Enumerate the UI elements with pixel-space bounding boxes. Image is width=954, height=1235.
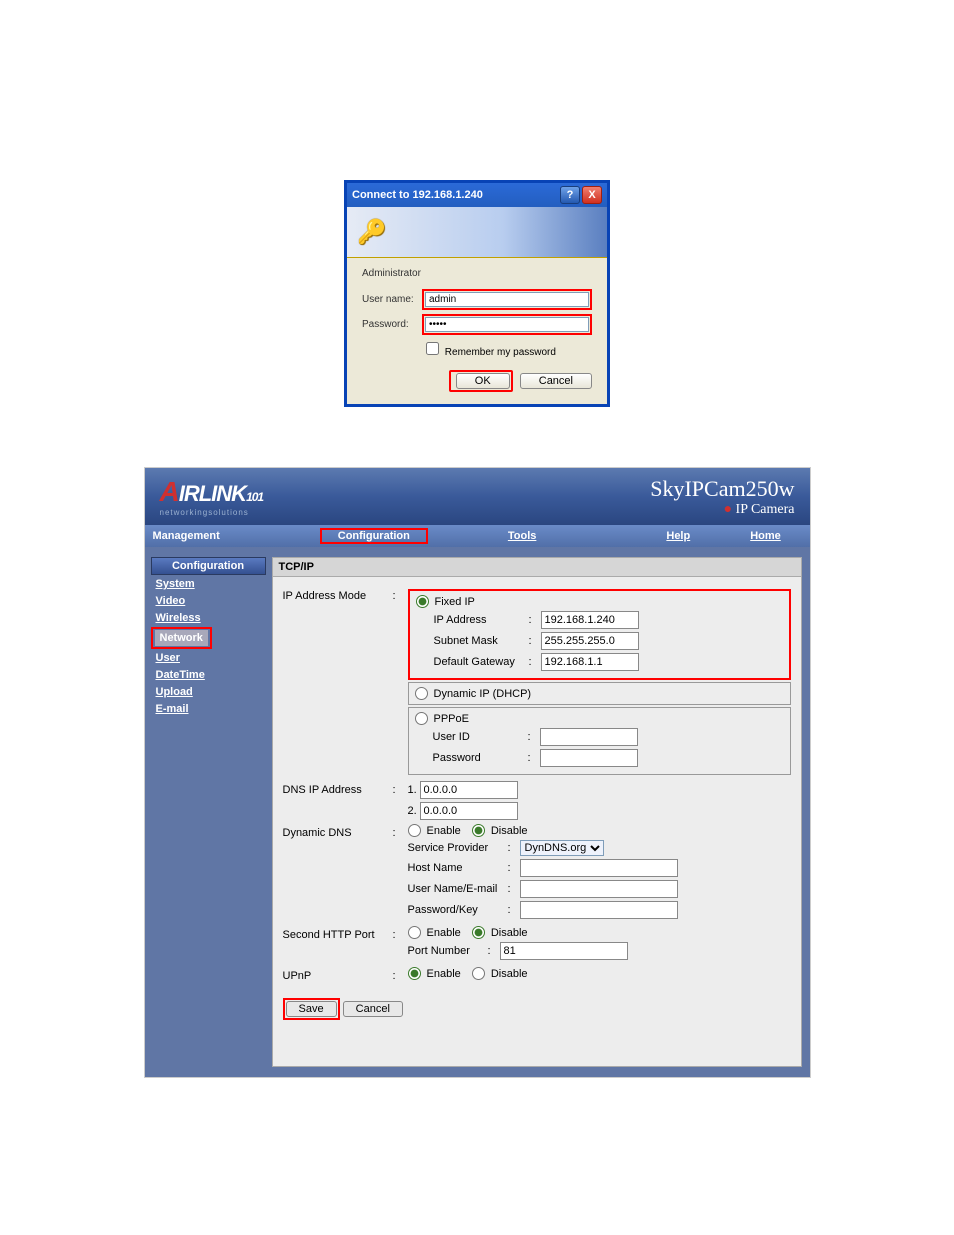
ddns-label: Dynamic DNS bbox=[283, 824, 393, 839]
gw-input[interactable] bbox=[541, 653, 639, 671]
ddns-key-label: Password/Key bbox=[408, 904, 508, 916]
dialog-header: 🔑 bbox=[347, 207, 607, 258]
nav-help[interactable]: Help bbox=[616, 530, 740, 542]
dns2-input[interactable] bbox=[420, 802, 518, 820]
close-icon[interactable]: X bbox=[582, 186, 602, 204]
nav-tools[interactable]: Tools bbox=[428, 530, 617, 542]
nav-home[interactable]: Home bbox=[740, 530, 791, 542]
ddns-enable-radio[interactable] bbox=[408, 824, 421, 837]
save-button[interactable]: Save bbox=[286, 1001, 337, 1017]
radio-dhcp[interactable] bbox=[415, 687, 428, 700]
host-input[interactable] bbox=[520, 859, 678, 877]
top-nav: Management Configuration Tools Help Home bbox=[145, 525, 810, 547]
username-input[interactable] bbox=[425, 292, 589, 307]
cancel-button[interactable]: Cancel bbox=[520, 373, 592, 389]
dialog-title: Connect to 192.168.1.240 bbox=[352, 189, 483, 201]
pppoe-uid-label: User ID bbox=[415, 731, 528, 743]
sidebar: Configuration System Video Wireless Netw… bbox=[145, 547, 272, 1077]
sp-label: Service Provider bbox=[408, 842, 508, 854]
sidebar-item-system[interactable]: System bbox=[151, 576, 266, 592]
sidebar-item-email[interactable]: E-mail bbox=[151, 701, 266, 717]
username-label: User name: bbox=[362, 294, 422, 305]
auth-realm: Administrator bbox=[362, 268, 592, 279]
sp-select[interactable]: DynDNS.org bbox=[520, 840, 604, 856]
password-label: Password: bbox=[362, 319, 422, 330]
product-name: SkyIPCam250w ● IP Camera bbox=[650, 476, 794, 518]
password-input[interactable] bbox=[425, 317, 589, 332]
ddns-user-input[interactable] bbox=[520, 880, 678, 898]
pppoe-pwd-label: Password bbox=[415, 752, 528, 764]
http-enable-radio[interactable] bbox=[408, 926, 421, 939]
sidebar-item-wireless[interactable]: Wireless bbox=[151, 610, 266, 626]
sidebar-item-network[interactable]: Network bbox=[155, 630, 208, 646]
ddns-user-label: User Name/E-mail bbox=[408, 883, 508, 895]
sidebar-item-video[interactable]: Video bbox=[151, 593, 266, 609]
upnp-enable-radio[interactable] bbox=[408, 967, 421, 980]
ddns-key-input[interactable] bbox=[520, 901, 678, 919]
upnp-label: UPnP bbox=[283, 967, 393, 982]
nav-management[interactable]: Management bbox=[145, 530, 320, 542]
nav-configuration[interactable]: Configuration bbox=[324, 530, 424, 542]
section-title: TCP/IP bbox=[273, 558, 801, 577]
gw-label: Default Gateway bbox=[416, 656, 529, 668]
keys-icon: 🔑 bbox=[357, 218, 387, 247]
logo: AIRLINK101 networkingsolutions bbox=[160, 476, 264, 517]
http-disable-radio[interactable] bbox=[472, 926, 485, 939]
camera-admin: AIRLINK101 networkingsolutions SkyIPCam2… bbox=[144, 467, 811, 1078]
auth-dialog: Connect to 192.168.1.240 ? X 🔑 Administr… bbox=[344, 180, 610, 407]
dns-label: DNS IP Address bbox=[283, 781, 393, 796]
mask-input[interactable] bbox=[541, 632, 639, 650]
ipaddr-label: IP Address bbox=[416, 614, 529, 626]
sidebar-title: Configuration bbox=[151, 557, 266, 575]
dns1-input[interactable] bbox=[420, 781, 518, 799]
ipmode-label: IP Address Mode bbox=[283, 587, 393, 602]
ok-button[interactable]: OK bbox=[456, 373, 510, 389]
mask-label: Subnet Mask bbox=[416, 635, 529, 647]
sidebar-item-datetime[interactable]: DateTime bbox=[151, 667, 266, 683]
help-icon[interactable]: ? bbox=[560, 186, 580, 204]
upnp-disable-radio[interactable] bbox=[472, 967, 485, 980]
ipaddr-input[interactable] bbox=[541, 611, 639, 629]
pppoe-pwd-input[interactable] bbox=[540, 749, 638, 767]
ddns-disable-radio[interactable] bbox=[472, 824, 485, 837]
host-label: Host Name bbox=[408, 862, 508, 874]
radio-pppoe[interactable] bbox=[415, 712, 428, 725]
sidebar-item-upload[interactable]: Upload bbox=[151, 684, 266, 700]
pppoe-uid-input[interactable] bbox=[540, 728, 638, 746]
radio-fixedip[interactable] bbox=[416, 595, 429, 608]
remember-label: Remember my password bbox=[445, 347, 556, 358]
port-label: Port Number bbox=[408, 945, 488, 957]
main-panel: TCP/IP IP Address Mode : Fixed IP IP Add… bbox=[272, 557, 802, 1067]
cancel-button[interactable]: Cancel bbox=[343, 1001, 403, 1017]
remember-checkbox[interactable] bbox=[426, 342, 439, 355]
port-input[interactable] bbox=[500, 942, 628, 960]
http-label: Second HTTP Port bbox=[283, 926, 393, 941]
sidebar-item-user[interactable]: User bbox=[151, 650, 266, 666]
